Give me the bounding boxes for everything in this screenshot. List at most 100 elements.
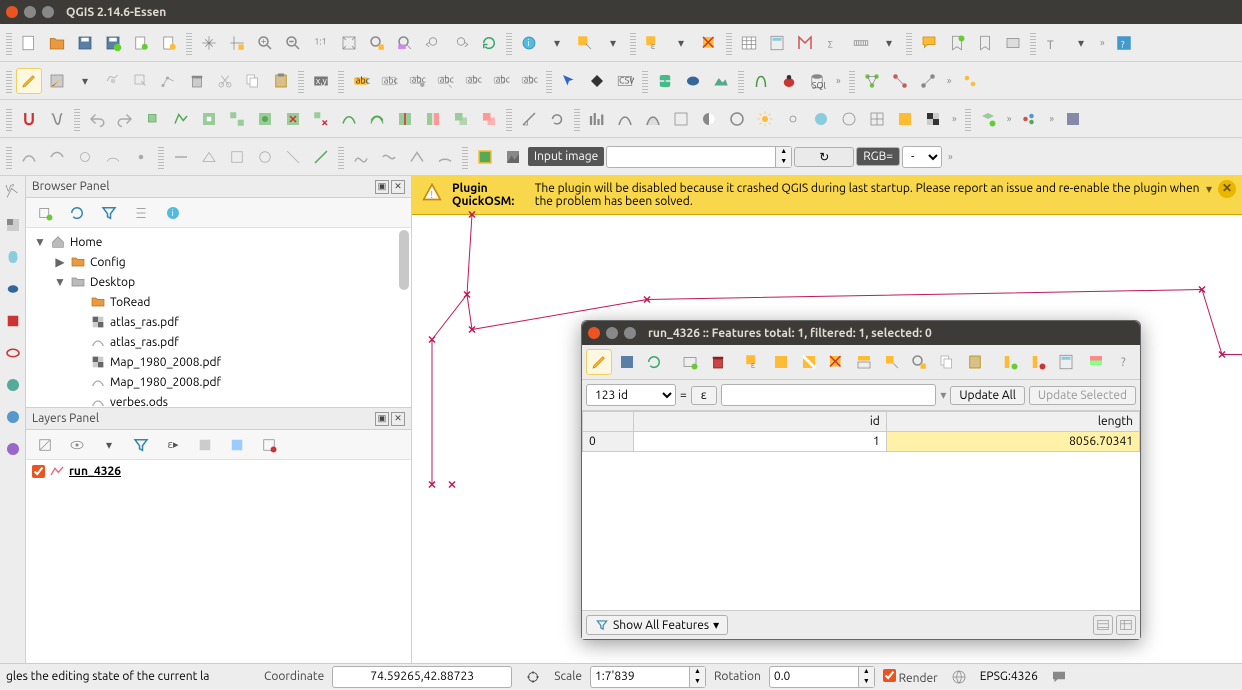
new-composer-button[interactable] xyxy=(128,30,154,56)
cut-button[interactable] xyxy=(212,68,238,94)
toolbar-handle[interactable] xyxy=(462,145,468,169)
coordinate-input[interactable] xyxy=(332,666,512,688)
browser-tree[interactable]: ▼Home▶Config▼DesktopToReadatlas_ras.pdfa… xyxy=(26,228,411,408)
visibility-button[interactable] xyxy=(64,432,90,458)
tree-item[interactable]: atlas_ras.pdf xyxy=(26,332,411,352)
tree-item[interactable]: ▶Config xyxy=(26,252,411,272)
help-button[interactable]: ? xyxy=(1111,30,1137,56)
attr-reload-button[interactable] xyxy=(641,349,667,375)
visibility-dropdown[interactable]: ▾ xyxy=(96,432,122,458)
collapse-all-button[interactable] xyxy=(224,432,250,458)
vec-1-button[interactable] xyxy=(168,144,194,170)
toolbar-handle[interactable] xyxy=(74,107,80,131)
attr-conditional-button[interactable] xyxy=(1083,349,1109,375)
open-attribute-table-button[interactable] xyxy=(736,30,762,56)
reshape-button[interactable] xyxy=(336,106,362,132)
gps-5-button[interactable] xyxy=(128,144,154,170)
attr-update-all-button[interactable]: Update All xyxy=(950,386,1025,405)
attr-del-col-button[interactable] xyxy=(1025,349,1051,375)
panel-undock-button[interactable]: ▣ xyxy=(375,412,389,426)
show-bookmarks-button[interactable] xyxy=(972,30,998,56)
filter-layers-button[interactable] xyxy=(128,432,154,458)
gps-2-button[interactable] xyxy=(44,144,70,170)
row-header-col[interactable] xyxy=(583,412,634,432)
globe-2-button[interactable] xyxy=(836,106,862,132)
zoom-full-button[interactable] xyxy=(336,30,362,56)
add-part-button[interactable] xyxy=(224,106,250,132)
add-ring-button[interactable] xyxy=(196,106,222,132)
contrast-2-button[interactable] xyxy=(724,106,750,132)
xy-button[interactable]: x,y xyxy=(308,68,334,94)
attr-update-selected-button[interactable]: Update Selected xyxy=(1029,386,1136,405)
save-edits-dropdown[interactable]: ▾ xyxy=(72,68,98,94)
identify-dropdown[interactable]: ▾ xyxy=(544,30,570,56)
attr-move-top-button[interactable] xyxy=(851,349,877,375)
toolbar-handle[interactable] xyxy=(630,31,636,55)
network-3-button[interactable] xyxy=(915,68,941,94)
zoom-layer-button[interactable] xyxy=(392,30,418,56)
attr-copy-button[interactable] xyxy=(934,349,960,375)
curve-3-button[interactable] xyxy=(404,144,430,170)
tree-item[interactable]: ToRead xyxy=(26,292,411,312)
python-console-button[interactable] xyxy=(652,68,678,94)
expression-layers-button[interactable]: ε▸ xyxy=(160,432,186,458)
georef-button[interactable] xyxy=(472,144,498,170)
attr-add-feature-button[interactable] xyxy=(677,349,703,375)
add-layer-button[interactable] xyxy=(32,200,58,226)
attr-epsilon-button[interactable]: ε xyxy=(691,386,717,405)
label-rotate-button[interactable]: abc xyxy=(488,68,514,94)
hist-4-button[interactable] xyxy=(668,106,694,132)
open-project-button[interactable] xyxy=(44,30,70,56)
statistics-button[interactable] xyxy=(792,30,818,56)
raster-calc-button[interactable] xyxy=(708,68,734,94)
tree-item[interactable]: Map_1980_2008.pdf xyxy=(26,372,411,392)
render-checkbox[interactable] xyxy=(883,669,896,682)
select-button[interactable] xyxy=(572,30,598,56)
network-2-button[interactable] xyxy=(887,68,913,94)
select-expression-button[interactable]: ε xyxy=(640,30,666,56)
label-pin-button[interactable]: abc xyxy=(404,68,430,94)
cadtools-button[interactable] xyxy=(516,106,542,132)
scale-up[interactable]: ▲ xyxy=(690,667,705,677)
toolbar-overflow[interactable]: » xyxy=(1003,113,1016,124)
layers-list[interactable]: run_4326 xyxy=(26,460,411,663)
save-as-button[interactable] xyxy=(100,30,126,56)
toolbar-handle[interactable] xyxy=(726,31,732,55)
label-show-button[interactable]: abc xyxy=(432,68,458,94)
panel-close-button[interactable]: ✕ xyxy=(391,180,405,194)
attr-toggle-edit-button[interactable] xyxy=(586,349,612,375)
row-number[interactable]: 0 xyxy=(583,432,634,452)
toolbar-handle[interactable] xyxy=(546,69,552,93)
vec-5-button[interactable] xyxy=(280,144,306,170)
tree-item[interactable]: ▼Desktop xyxy=(26,272,411,292)
network-4-button[interactable] xyxy=(957,68,983,94)
scale-down[interactable]: ▼ xyxy=(690,677,705,687)
render-checkbox-label[interactable]: Render xyxy=(883,669,938,685)
attr-table-view-button[interactable] xyxy=(1093,615,1113,635)
text-annotation-button[interactable] xyxy=(1000,30,1026,56)
composer-manager-button[interactable] xyxy=(156,30,182,56)
add-oracle-button[interactable] xyxy=(0,340,26,366)
undo-button[interactable] xyxy=(84,106,110,132)
toolbar-handle[interactable] xyxy=(574,107,580,131)
toolbar-handle[interactable] xyxy=(186,31,192,55)
attr-new-col-button[interactable] xyxy=(998,349,1024,375)
move-feature-button[interactable] xyxy=(128,68,154,94)
attr-select-all-button[interactable] xyxy=(768,349,794,375)
csw-button[interactable]: CSW xyxy=(612,68,638,94)
sigma-button[interactable]: Σ xyxy=(820,30,846,56)
toolbar-handle[interactable] xyxy=(1030,31,1036,55)
window-maximize-button[interactable] xyxy=(42,6,54,18)
measure-button[interactable] xyxy=(848,30,874,56)
attr-show-all-button[interactable]: Show All Features ▾ xyxy=(586,615,728,635)
copy-button[interactable] xyxy=(240,68,266,94)
cell-length[interactable]: 8056.70341 xyxy=(886,432,1139,452)
toolbar-handle[interactable] xyxy=(338,69,344,93)
attr-form-view-button[interactable] xyxy=(1116,615,1136,635)
style-layer-button[interactable] xyxy=(32,432,58,458)
fill-ring-button[interactable] xyxy=(252,106,278,132)
attr-min-button[interactable] xyxy=(606,327,618,339)
field-calc-button[interactable] xyxy=(764,30,790,56)
layer-visibility-checkbox[interactable] xyxy=(32,465,45,478)
attr-help-button[interactable]: ? xyxy=(1110,349,1136,375)
